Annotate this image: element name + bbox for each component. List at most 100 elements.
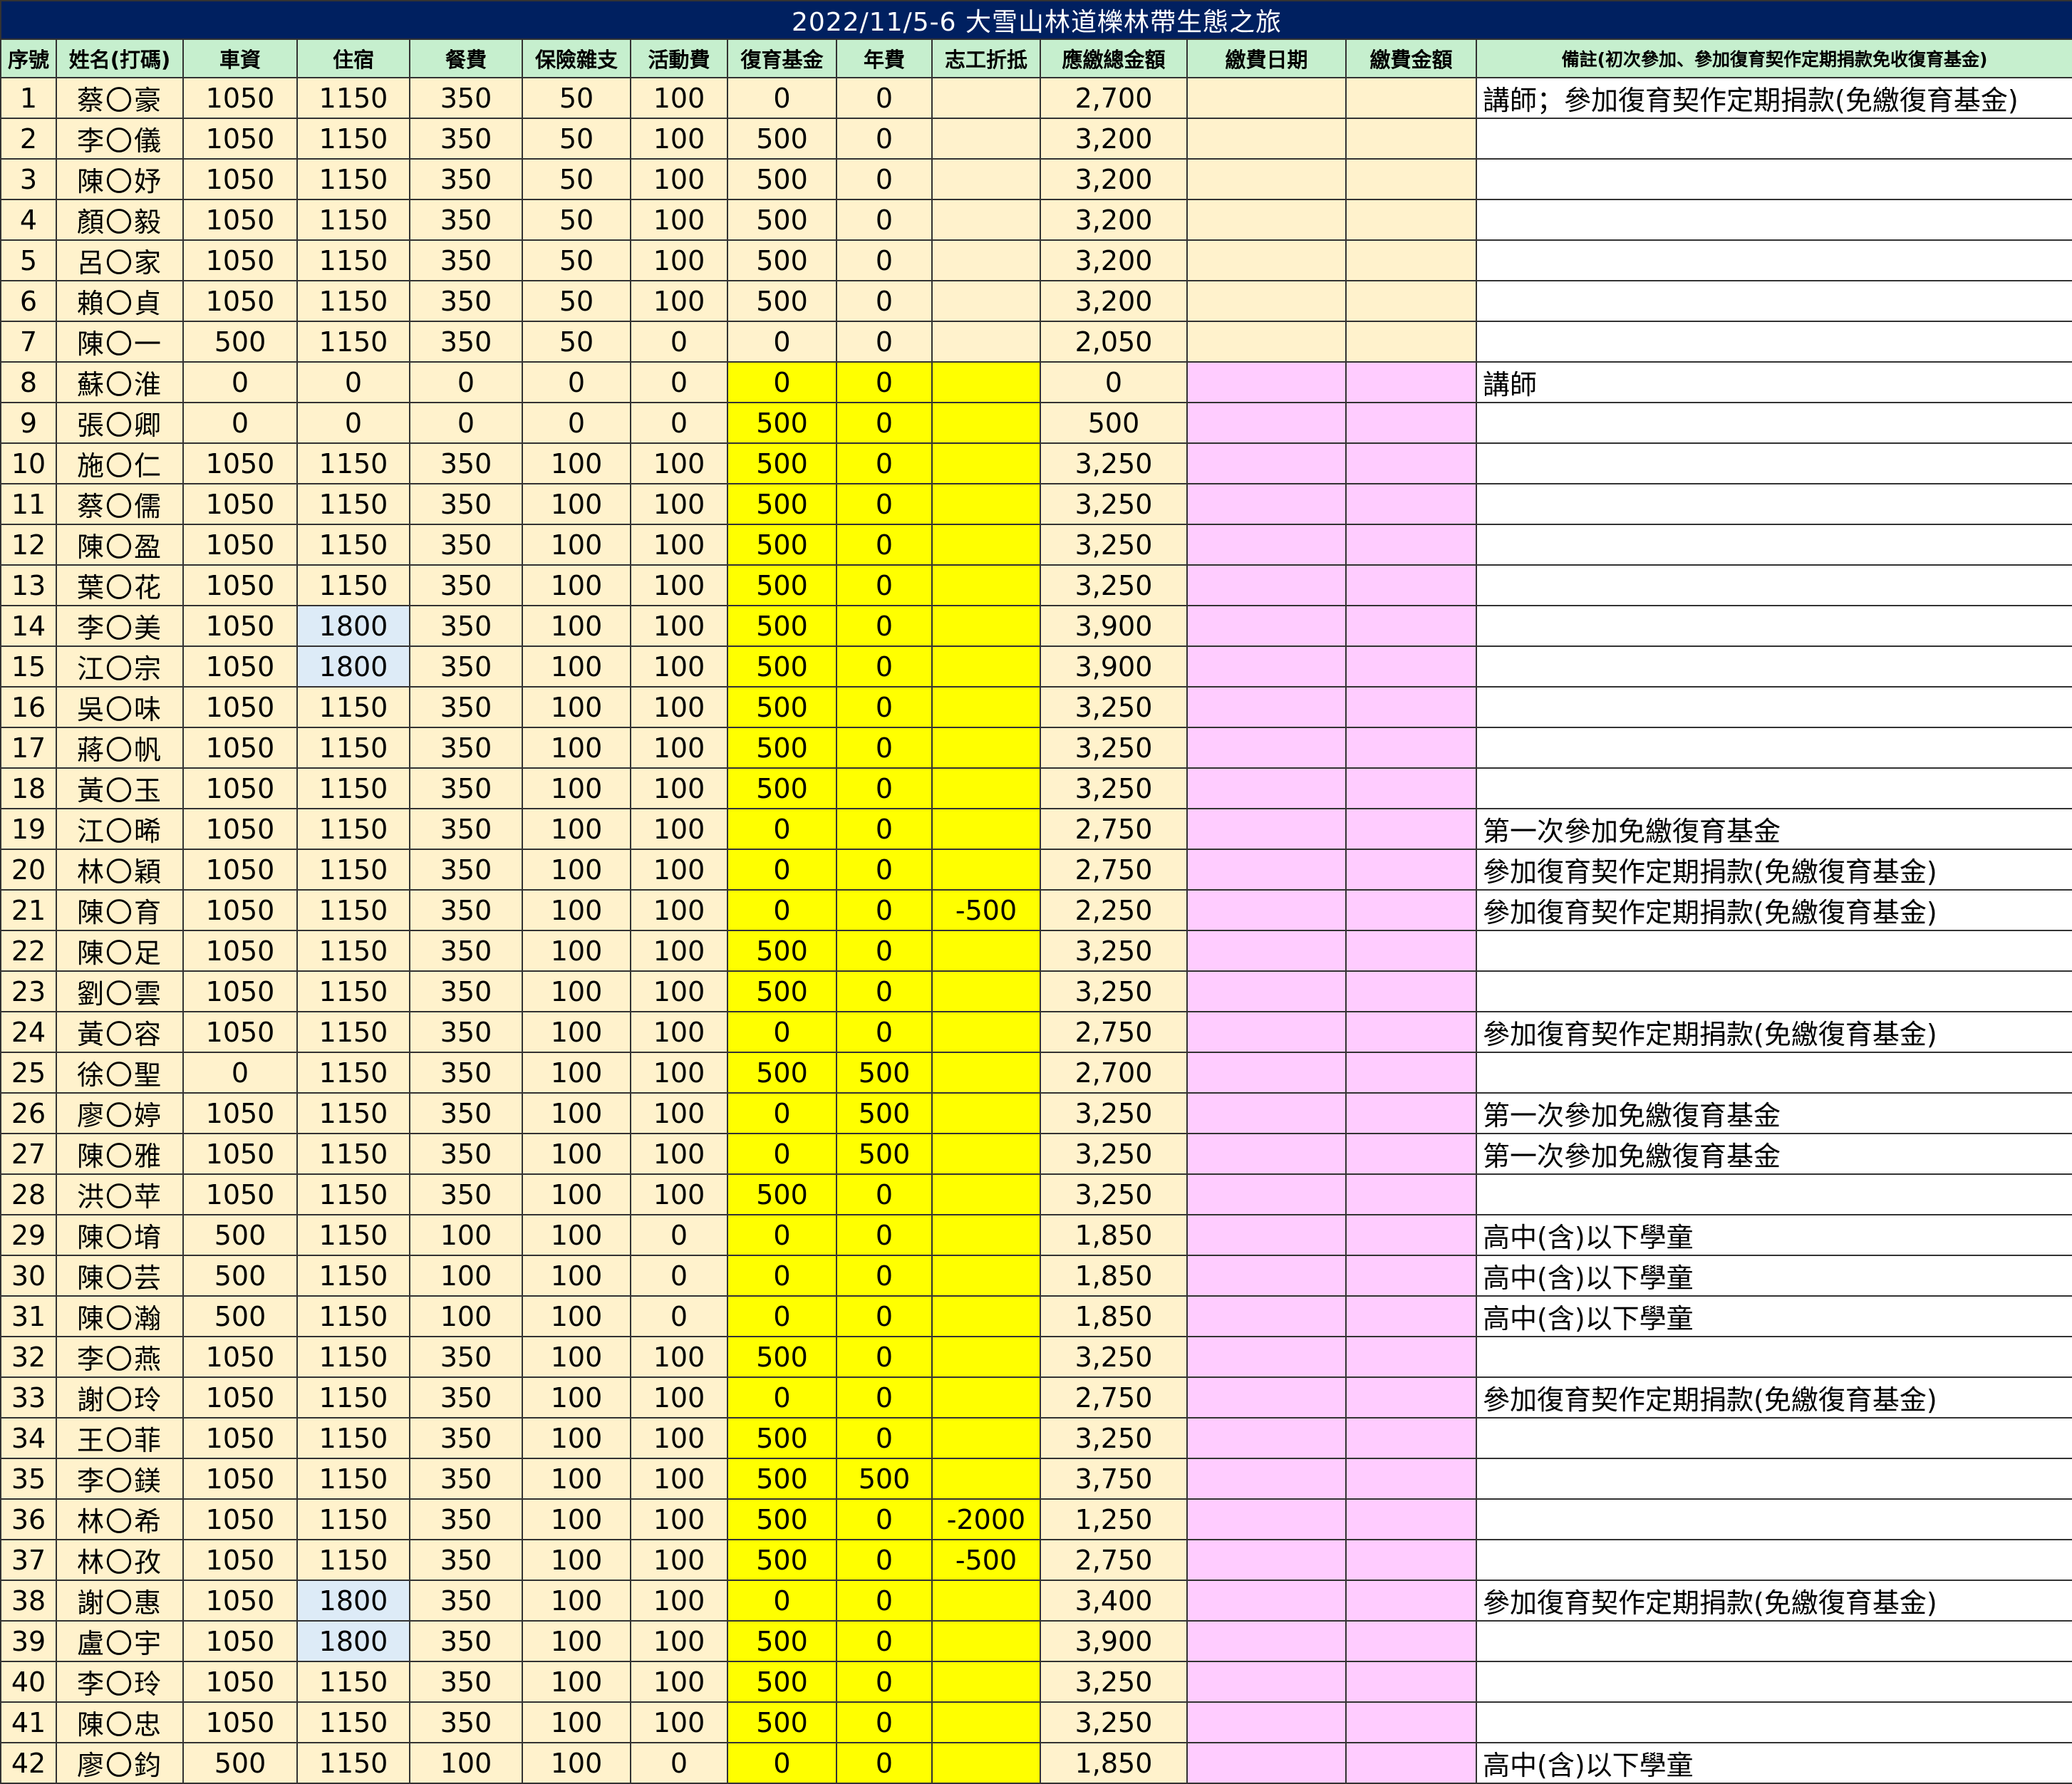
cell-meals[interactable]: 350 (409, 199, 523, 241)
cell-annual[interactable]: 0 (836, 1376, 933, 1419)
cell-annual[interactable]: 500 (836, 1052, 933, 1094)
cell-pay-date[interactable] (1186, 1133, 1347, 1175)
cell-volunteer[interactable] (931, 402, 1041, 444)
cell-insurance[interactable]: 100 (522, 605, 631, 647)
cell-lodging[interactable]: 1150 (296, 1092, 410, 1134)
cell-activity[interactable]: 100 (630, 77, 728, 119)
cell-fund[interactable]: 500 (727, 930, 837, 972)
cell-fund[interactable]: 0 (727, 1011, 837, 1053)
cell-activity[interactable]: 100 (630, 808, 728, 850)
cell-fund[interactable]: 500 (727, 1052, 837, 1094)
cell-meals[interactable]: 350 (409, 686, 523, 728)
cell-pay-date[interactable] (1186, 1173, 1347, 1215)
cell-volunteer[interactable] (931, 1742, 1041, 1784)
cell-pay-amount[interactable] (1345, 1173, 1477, 1215)
cell-volunteer[interactable] (931, 442, 1041, 484)
cell-meals[interactable]: 0 (409, 402, 523, 444)
cell-lodging[interactable]: 1150 (296, 1052, 410, 1094)
cell-activity[interactable]: 100 (630, 1011, 728, 1053)
cell-pay-amount[interactable] (1345, 158, 1477, 200)
cell-note[interactable]: 參加復育契作定期捐款(免繳復育基金) (1476, 1376, 2072, 1419)
cell-activity[interactable]: 100 (630, 280, 728, 322)
cell-note[interactable] (1476, 239, 2072, 281)
cell-note[interactable]: 參加復育契作定期捐款(免繳復育基金) (1476, 889, 2072, 931)
cell-meals[interactable]: 350 (409, 1498, 523, 1540)
cell-seq[interactable]: 40 (0, 1661, 57, 1703)
cell-pay-date[interactable] (1186, 564, 1347, 606)
column-header-fund[interactable]: 復育基金 (727, 38, 837, 78)
cell-pay-amount[interactable] (1345, 727, 1477, 769)
cell-pay-date[interactable] (1186, 930, 1347, 972)
cell-name[interactable]: 陳〇足 (56, 930, 184, 972)
cell-activity[interactable]: 100 (630, 645, 728, 688)
cell-activity[interactable]: 100 (630, 524, 728, 566)
cell-note[interactable] (1476, 1539, 2072, 1581)
cell-fare[interactable]: 1050 (182, 280, 298, 322)
cell-seq[interactable]: 18 (0, 767, 57, 809)
cell-fund[interactable]: 0 (727, 1742, 837, 1784)
cell-pay-date[interactable] (1186, 1295, 1347, 1337)
cell-volunteer[interactable] (931, 361, 1041, 403)
cell-seq[interactable]: 20 (0, 849, 57, 891)
cell-fund[interactable]: 500 (727, 1661, 837, 1703)
cell-total[interactable]: 1,850 (1040, 1295, 1188, 1337)
cell-fare[interactable]: 1050 (182, 442, 298, 484)
cell-annual[interactable]: 0 (836, 727, 933, 769)
column-header-seq[interactable]: 序號 (0, 38, 57, 78)
cell-note[interactable] (1476, 930, 2072, 972)
cell-annual[interactable]: 0 (836, 686, 933, 728)
cell-meals[interactable]: 350 (409, 930, 523, 972)
cell-pay-date[interactable] (1186, 1011, 1347, 1053)
cell-fund[interactable]: 500 (727, 1336, 837, 1378)
cell-insurance[interactable]: 100 (522, 1092, 631, 1134)
cell-volunteer[interactable] (931, 1376, 1041, 1419)
cell-pay-date[interactable] (1186, 1458, 1347, 1500)
column-header-meals[interactable]: 餐費 (409, 38, 523, 78)
cell-volunteer[interactable] (931, 199, 1041, 241)
cell-fare[interactable]: 1050 (182, 118, 298, 160)
cell-pay-date[interactable] (1186, 321, 1347, 363)
cell-name[interactable]: 陳〇育 (56, 889, 184, 931)
cell-insurance[interactable]: 50 (522, 321, 631, 363)
cell-insurance[interactable]: 100 (522, 686, 631, 728)
cell-seq[interactable]: 38 (0, 1580, 57, 1622)
cell-lodging[interactable]: 1150 (296, 970, 410, 1012)
cell-meals[interactable]: 350 (409, 645, 523, 688)
cell-total[interactable]: 3,900 (1040, 645, 1188, 688)
cell-total[interactable]: 3,250 (1040, 1661, 1188, 1703)
cell-seq[interactable]: 19 (0, 808, 57, 850)
cell-annual[interactable]: 500 (836, 1092, 933, 1134)
cell-pay-date[interactable] (1186, 849, 1347, 891)
cell-fare[interactable]: 1050 (182, 1092, 298, 1134)
cell-pay-date[interactable] (1186, 524, 1347, 566)
cell-insurance[interactable]: 100 (522, 1133, 631, 1175)
cell-activity[interactable]: 100 (630, 1701, 728, 1743)
cell-fund[interactable]: 0 (727, 1092, 837, 1134)
cell-fare[interactable]: 1050 (182, 970, 298, 1012)
cell-activity[interactable]: 100 (630, 727, 728, 769)
cell-annual[interactable]: 0 (836, 930, 933, 972)
cell-fare[interactable]: 500 (182, 1742, 298, 1784)
cell-lodging[interactable]: 1150 (296, 727, 410, 769)
cell-pay-date[interactable] (1186, 1214, 1347, 1256)
cell-fund[interactable]: 0 (727, 808, 837, 850)
cell-annual[interactable]: 0 (836, 442, 933, 484)
cell-name[interactable]: 黃〇玉 (56, 767, 184, 809)
cell-pay-amount[interactable] (1345, 1376, 1477, 1419)
cell-fund[interactable]: 500 (727, 727, 837, 769)
cell-note[interactable]: 參加復育契作定期捐款(免繳復育基金) (1476, 849, 2072, 891)
cell-lodging[interactable]: 1150 (296, 1133, 410, 1175)
cell-lodging[interactable]: 1150 (296, 1336, 410, 1378)
cell-note[interactable] (1476, 686, 2072, 728)
cell-fund[interactable]: 500 (727, 1620, 837, 1662)
cell-seq[interactable]: 4 (0, 199, 57, 241)
cell-pay-date[interactable] (1186, 1742, 1347, 1784)
cell-volunteer[interactable] (931, 727, 1041, 769)
cell-lodging[interactable]: 1150 (296, 442, 410, 484)
cell-name[interactable]: 張〇卿 (56, 402, 184, 444)
cell-fund[interactable]: 500 (727, 767, 837, 809)
cell-fare[interactable]: 1050 (182, 1498, 298, 1540)
cell-fare[interactable]: 500 (182, 1214, 298, 1256)
cell-volunteer[interactable] (931, 1173, 1041, 1215)
cell-seq[interactable]: 30 (0, 1255, 57, 1297)
